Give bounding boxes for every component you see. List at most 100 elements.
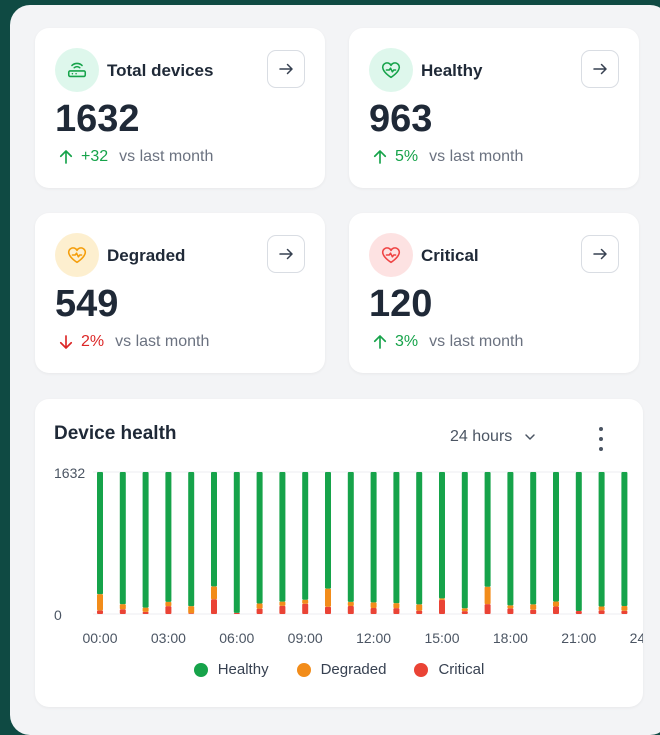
bar-healthy — [325, 472, 331, 589]
bar-critical — [165, 606, 172, 614]
bar-healthy — [461, 472, 468, 609]
bar-critical — [97, 610, 103, 614]
stat-delta: 3% vs last month — [371, 333, 523, 351]
bar-degraded — [507, 605, 514, 609]
arrow-down-icon — [59, 335, 73, 349]
stat-delta-value: 2% — [81, 333, 105, 350]
device-health-card: 1632 0 00:00 03:00 06:00 09:00 12:00 15:00 18:00… — [35, 399, 643, 707]
stat-value: 963 — [369, 98, 433, 140]
bar-critical — [325, 606, 331, 614]
legend-item-critical: Critical — [414, 661, 484, 678]
arrow-up-icon — [373, 150, 387, 164]
bar-healthy — [530, 472, 537, 605]
open-total-devices-button[interactable] — [267, 50, 305, 88]
time-range-select[interactable]: 24 hours — [450, 428, 538, 446]
bar-healthy — [165, 472, 172, 602]
bar-critical — [347, 605, 354, 614]
x-tick-label: 09:00 — [288, 630, 323, 646]
chevron-down-icon — [525, 434, 535, 440]
legend-item-degraded: Degraded — [296, 661, 387, 678]
bar-healthy — [370, 472, 377, 603]
legend-label: Critical — [438, 661, 485, 678]
open-critical-button[interactable] — [581, 235, 619, 273]
legend-label: Healthy — [217, 661, 269, 678]
stat-delta: 5% vs last month — [371, 148, 523, 166]
arrow-right-icon — [279, 63, 293, 75]
bar-degraded — [370, 602, 377, 608]
bar-critical — [370, 607, 377, 614]
bar-degraded — [461, 608, 468, 612]
x-tick-label: 24:00 — [630, 630, 643, 646]
stat-card-critical: Critical 120 3% vs last month — [349, 213, 639, 373]
stat-title: Total devices — [107, 61, 214, 80]
bar-critical — [598, 610, 605, 614]
open-healthy-button[interactable] — [581, 50, 619, 88]
x-tick-label: 15:00 — [424, 630, 459, 646]
more-dot — [599, 447, 603, 451]
bar-critical — [211, 599, 217, 614]
bar-degraded — [302, 599, 309, 604]
stat-value: 549 — [55, 283, 119, 325]
arrow-up-icon — [373, 335, 387, 349]
bar-critical — [256, 608, 263, 614]
bar-healthy — [507, 472, 514, 606]
bar-degraded — [188, 606, 195, 614]
bar-healthy — [347, 472, 354, 602]
stat-card-total-devices: Total devices 1632 +32 vs last month — [35, 28, 325, 188]
bar-critical — [188, 613, 195, 614]
bar-critical — [393, 608, 400, 614]
bar-critical — [279, 605, 286, 614]
bar-critical — [302, 603, 309, 614]
legend-swatch-degraded — [296, 662, 311, 677]
bar-degraded — [347, 601, 354, 606]
time-range-value: 24 hours — [450, 428, 513, 445]
legend-label: Degraded — [320, 661, 387, 678]
stat-card-healthy: Healthy 963 5% vs last month — [349, 28, 639, 188]
bar-healthy — [97, 472, 103, 595]
chart-title: Device health — [54, 423, 177, 444]
bar-critical — [119, 609, 126, 614]
x-tick-label: 03:00 — [151, 630, 186, 646]
bar-degraded — [598, 606, 605, 611]
bar-healthy — [211, 472, 217, 587]
bar-degraded — [256, 603, 263, 609]
y-tick-label: 0 — [54, 607, 62, 623]
open-degraded-button[interactable] — [267, 235, 305, 273]
bar-critical — [621, 610, 628, 614]
bar-healthy — [575, 472, 582, 612]
x-tick-label: 21:00 — [561, 630, 596, 646]
stat-card-degraded: Degraded 549 2% vs last month — [35, 213, 325, 373]
arrow-right-icon — [279, 248, 293, 260]
bar-degraded — [211, 586, 217, 600]
more-options-button[interactable] — [591, 427, 611, 451]
bar-degraded — [416, 604, 423, 611]
bar-healthy — [279, 472, 286, 602]
bar-healthy — [598, 472, 605, 607]
chart-legend: Healthy Degraded Critical — [35, 661, 643, 678]
x-tick-label: 12:00 — [356, 630, 391, 646]
bar-critical — [553, 606, 559, 614]
stat-value: 120 — [369, 283, 433, 325]
stat-delta-value: +32 — [81, 148, 109, 165]
stat-value: 1632 — [55, 98, 140, 140]
bar-degraded — [325, 588, 331, 607]
bar-degraded — [530, 604, 537, 610]
bar-healthy — [439, 472, 445, 599]
stat-delta: +32 vs last month — [57, 148, 213, 166]
arrow-right-icon — [593, 248, 607, 260]
more-dot — [599, 437, 603, 441]
bar-degraded — [119, 604, 126, 610]
bar-healthy — [188, 472, 195, 607]
bar-critical — [439, 599, 445, 614]
bar-healthy — [416, 472, 423, 605]
stat-delta-label: vs last month — [115, 333, 210, 350]
legend-swatch-healthy — [193, 662, 208, 677]
x-tick-label: 06:00 — [219, 630, 254, 646]
arrow-up-icon — [59, 150, 73, 164]
stat-delta-value: 5% — [395, 148, 419, 165]
bar-healthy — [302, 472, 309, 600]
stat-delta-value: 3% — [395, 333, 419, 350]
bar-healthy — [621, 472, 628, 606]
bar-degraded — [439, 598, 445, 600]
bar-critical — [233, 612, 240, 614]
